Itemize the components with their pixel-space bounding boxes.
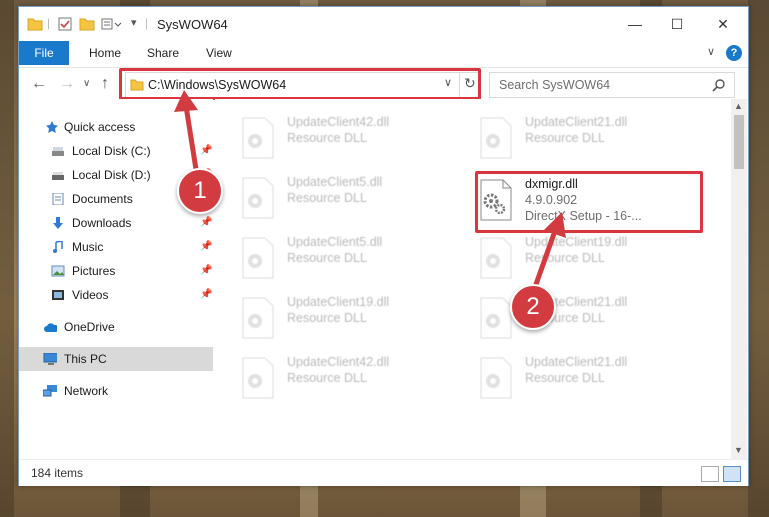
callout-badge-1: 1 xyxy=(177,168,223,214)
callout-badge-2: 2 xyxy=(510,284,556,330)
arrow-2-shaft xyxy=(531,227,559,291)
annotation-arrows xyxy=(174,90,566,291)
arrow-1-head xyxy=(174,90,198,112)
